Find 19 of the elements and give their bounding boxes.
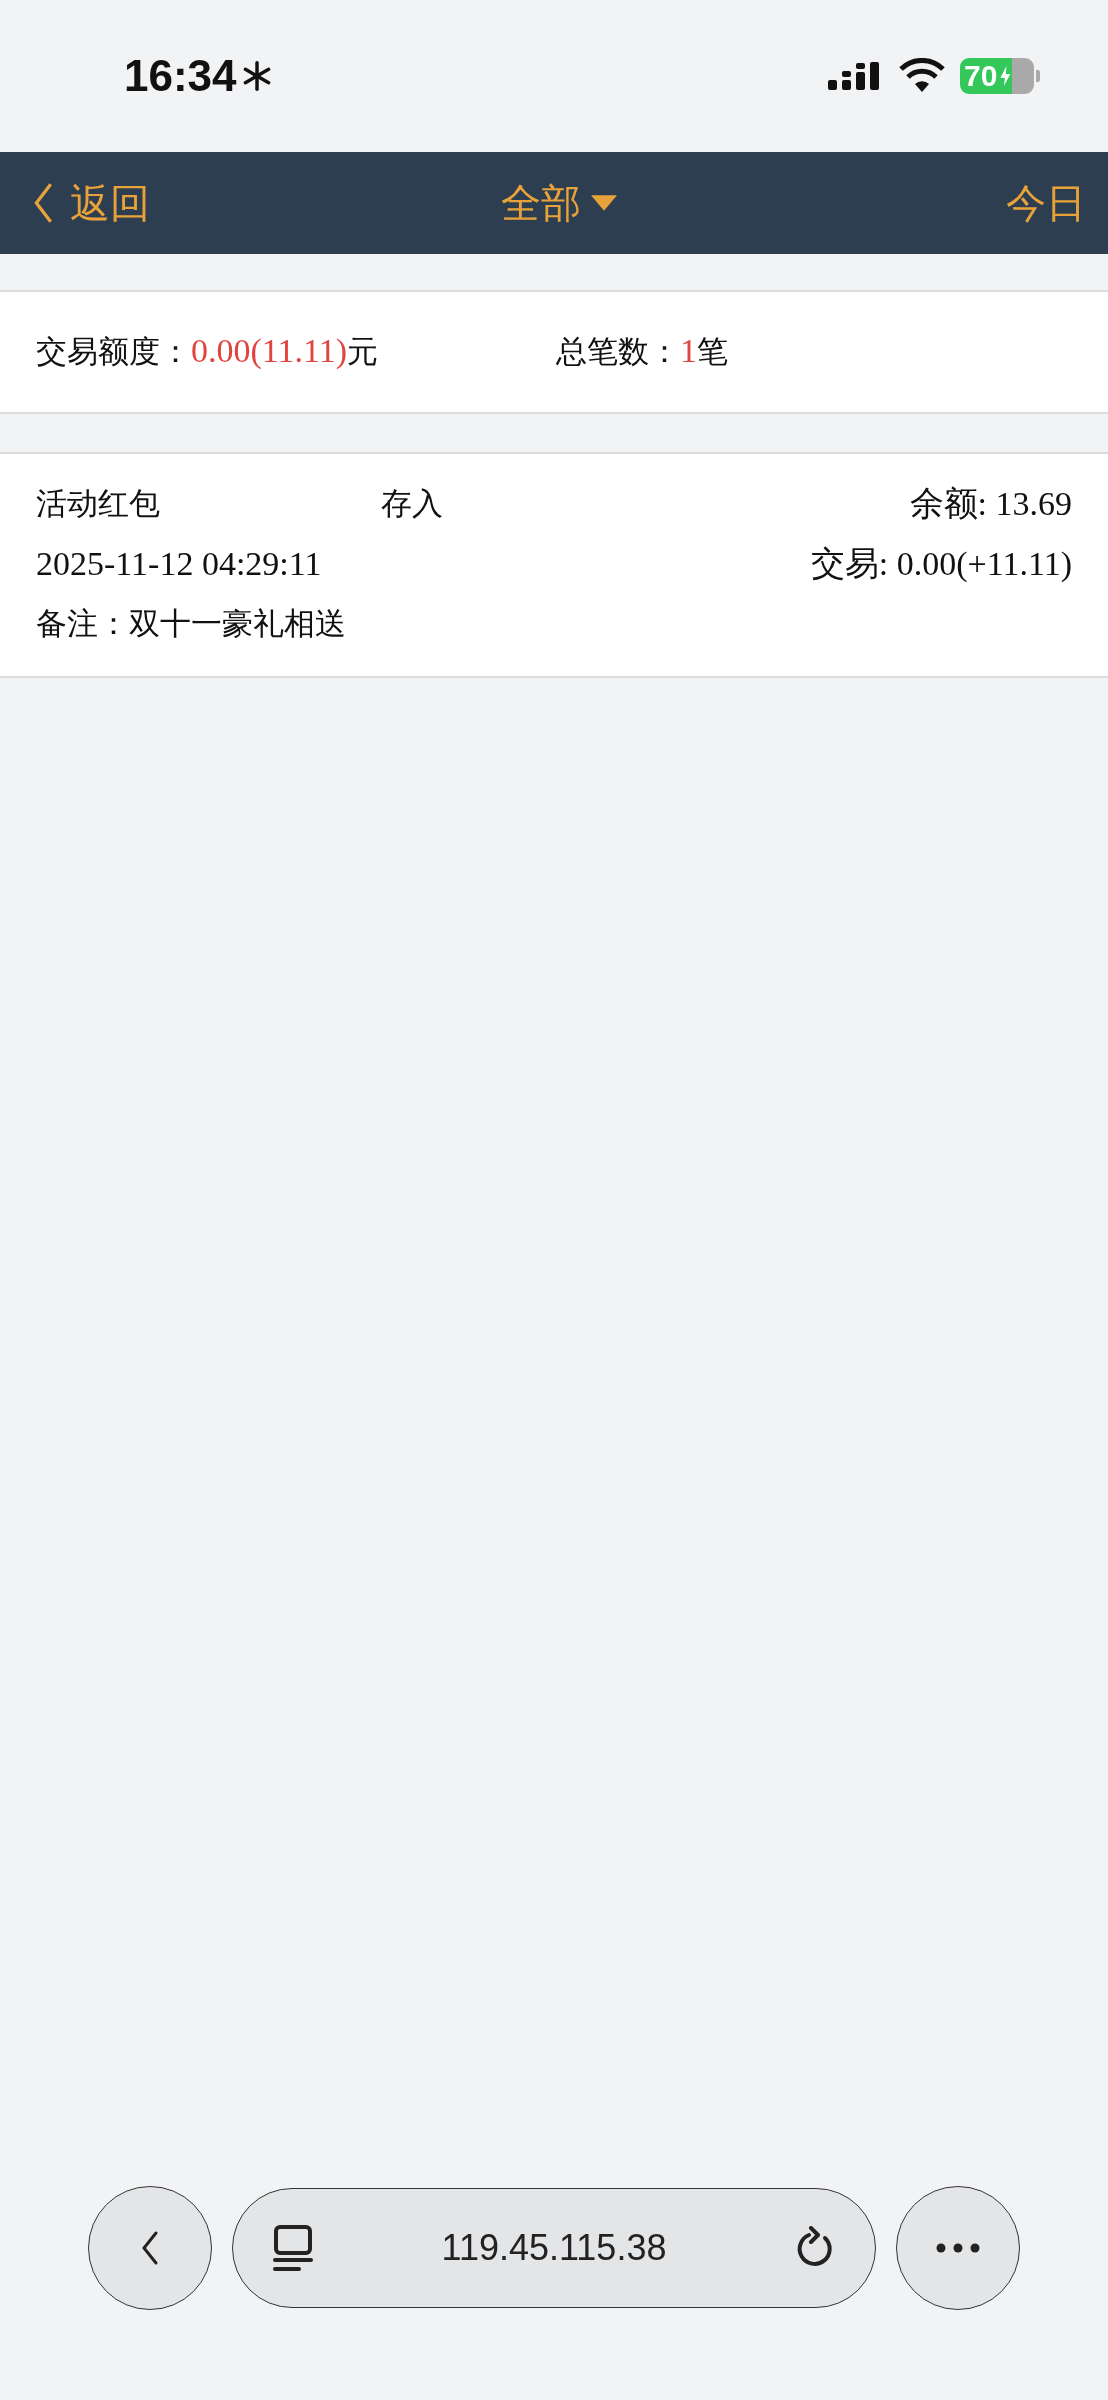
summary-text: 总笔数：1笔 <box>556 331 729 371</box>
record-type: 存入 <box>381 484 443 523</box>
back-button[interactable]: 返回 <box>32 175 150 231</box>
record-time: 2025-11-12 04:29:11 <box>36 545 322 583</box>
ellipsis-icon[interactable] <box>936 2243 980 2253</box>
status-time: 16:34 <box>124 51 237 101</box>
address-bar[interactable]: 119.45.115.38 <box>232 2188 876 2308</box>
wifi-icon <box>898 58 946 94</box>
url-text: 119.45.115.38 <box>441 2227 667 2269</box>
chevron-left-icon[interactable] <box>140 2230 160 2266</box>
record-note: 备注：双十一豪礼相送 <box>36 604 346 643</box>
record-amount: 交易: 0.00(+11.11) <box>810 544 1072 584</box>
summary-text: 交易额度：0.00(11.11)元 <box>36 331 380 371</box>
record-name: 活动红包 <box>36 484 161 523</box>
record-balance: 余额: 13.69 <box>909 484 1072 524</box>
today-button[interactable]: 今日 <box>1006 175 1086 231</box>
caret-icon[interactable] <box>591 195 617 211</box>
filter-dropdown[interactable]: 全部 <box>501 175 617 231</box>
tabs-icon[interactable] <box>273 2224 313 2272</box>
